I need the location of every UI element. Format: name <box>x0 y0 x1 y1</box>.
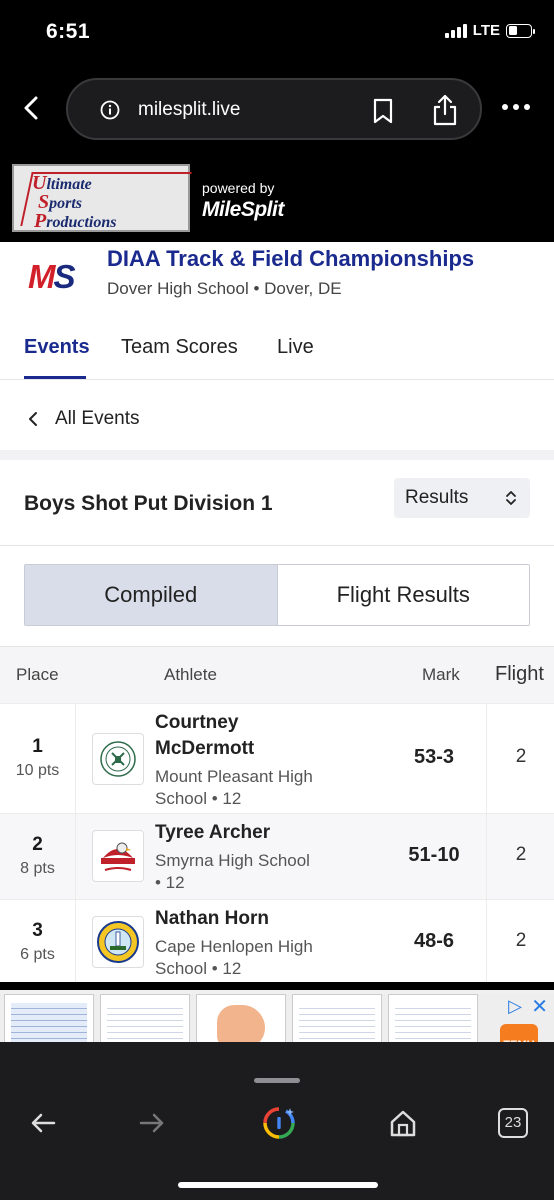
status-time: 6:51 <box>46 20 91 43</box>
results-table: Place Athlete Mark Flight 1 10 pts Court… <box>0 646 554 985</box>
url-text[interactable]: milesplit.live <box>138 99 240 121</box>
signal-icon <box>444 23 467 38</box>
table-row[interactable]: 2 8 pts Tyree Archer Smyrna High School … <box>0 813 554 899</box>
segment-flight-results[interactable]: Flight Results <box>276 565 530 625</box>
place-points: 8 pts <box>20 860 55 877</box>
place-number: 3 <box>32 920 43 941</box>
arrow-right-icon[interactable] <box>137 1108 167 1138</box>
browser-toolbar: milesplit.live <box>0 64 554 160</box>
bookmark-icon[interactable] <box>372 98 394 124</box>
powered-by-label: powered by <box>202 180 275 196</box>
status-indicators: LTE <box>444 22 535 39</box>
flight-cell: 2 <box>486 704 554 813</box>
table-row[interactable]: 1 10 pts Courtney McDermott Mount Pleasa… <box>0 703 554 813</box>
mark-value: 53-3 <box>413 746 455 768</box>
meet-location: Dover High School • Dover, DE <box>107 279 342 298</box>
home-indicator <box>178 1182 378 1188</box>
all-events-label[interactable]: All Events <box>55 408 139 430</box>
table-header: Place Athlete Mark Flight <box>0 647 554 703</box>
usp-logo[interactable]: Ultimate Sports Productions <box>12 164 192 232</box>
view-select-value[interactable]: Results <box>405 487 468 509</box>
tab-count-button[interactable]: 23 <box>498 1108 528 1138</box>
view-select[interactable]: Results <box>394 478 530 518</box>
tab-team-scores[interactable]: Team Scores <box>121 336 238 359</box>
school-logo[interactable] <box>92 733 144 785</box>
milesplit-logo: MileSplit <box>202 198 284 221</box>
event-header: Boys Shot Put Division 1 Results <box>0 460 554 546</box>
flight-value: 2 <box>515 746 527 767</box>
flight-cell: 2 <box>486 900 554 985</box>
athlete-name[interactable]: Courtney McDermott <box>155 710 335 762</box>
address-bar[interactable]: milesplit.live <box>66 78 482 140</box>
info-icon[interactable] <box>100 100 120 120</box>
milesplit-ms-logo: MS <box>28 258 76 295</box>
arrow-left-icon[interactable] <box>28 1108 58 1138</box>
page-content: MS DIAA Track & Field Championships Dove… <box>0 242 554 985</box>
mark-value: 48-6 <box>413 930 455 952</box>
meet-header: MS DIAA Track & Field Championships Dove… <box>0 242 554 308</box>
header-place: Place <box>16 665 59 684</box>
place-number: 2 <box>32 834 43 855</box>
flight-value: 2 <box>515 930 527 951</box>
ad-banner[interactable]: ▷ ✕ TEMU <box>0 982 554 1058</box>
place-points: 10 pts <box>15 762 60 779</box>
ad-choices-icon[interactable]: ▷ <box>508 996 522 1017</box>
google-lens-icon[interactable] <box>262 1106 296 1140</box>
back-chevron-icon[interactable] <box>18 94 46 122</box>
mark-value: 51-10 <box>408 844 460 866</box>
chevron-updown-icon <box>506 491 516 505</box>
status-bar: 6:51 LTE <box>0 0 554 64</box>
more-icon[interactable] <box>502 104 532 114</box>
segment-compiled[interactable]: Compiled <box>25 565 277 625</box>
event-title: Boys Shot Put Division 1 <box>24 492 273 515</box>
table-row[interactable]: 3 6 pts Nathan Horn Cape Henlopen High S… <box>0 899 554 985</box>
athlete-school: Cape Henlopen High School • 12 <box>155 937 313 978</box>
battery-icon <box>506 23 535 38</box>
flight-value: 2 <box>515 844 527 865</box>
place-cell: 1 10 pts <box>0 704 76 813</box>
place-cell: 2 8 pts <box>0 814 76 899</box>
all-events-link[interactable]: All Events <box>0 380 554 460</box>
athlete-name[interactable]: Tyree Archer <box>155 820 335 846</box>
drag-handle[interactable] <box>254 1078 300 1083</box>
meet-title[interactable]: DIAA Track & Field Championships <box>107 246 474 272</box>
athlete-school: Smyrna High School • 12 <box>155 851 310 892</box>
school-logo[interactable] <box>92 916 144 968</box>
share-icon[interactable] <box>432 94 458 126</box>
athlete-school: Mount Pleasant High School • 12 <box>155 767 313 808</box>
chevron-left-icon <box>29 412 37 426</box>
athlete-name[interactable]: Nathan Horn <box>155 906 335 932</box>
header-mark: Mark <box>422 665 460 684</box>
close-icon[interactable]: ✕ <box>531 994 548 1019</box>
tab-live[interactable]: Live <box>277 336 314 359</box>
header-flight: Flight <box>495 663 544 685</box>
header-athlete: Athlete <box>164 665 217 684</box>
tab-events[interactable]: Events <box>24 336 90 359</box>
meet-tabs: Events Team Scores Live <box>0 328 554 380</box>
browser-bottom-toolbar: 23 <box>0 1042 554 1200</box>
sponsor-banner[interactable]: Ultimate Sports Productions powered by M… <box>0 160 554 242</box>
place-number: 1 <box>32 736 43 757</box>
place-cell: 3 6 pts <box>0 900 76 985</box>
flight-cell: 2 <box>486 814 554 899</box>
results-view-toggle: Compiled Flight Results <box>24 564 530 626</box>
network-label: LTE <box>472 22 500 39</box>
home-icon[interactable] <box>388 1108 418 1138</box>
active-tab-indicator <box>24 376 86 379</box>
place-points: 6 pts <box>20 946 55 963</box>
school-logo[interactable] <box>92 830 144 882</box>
